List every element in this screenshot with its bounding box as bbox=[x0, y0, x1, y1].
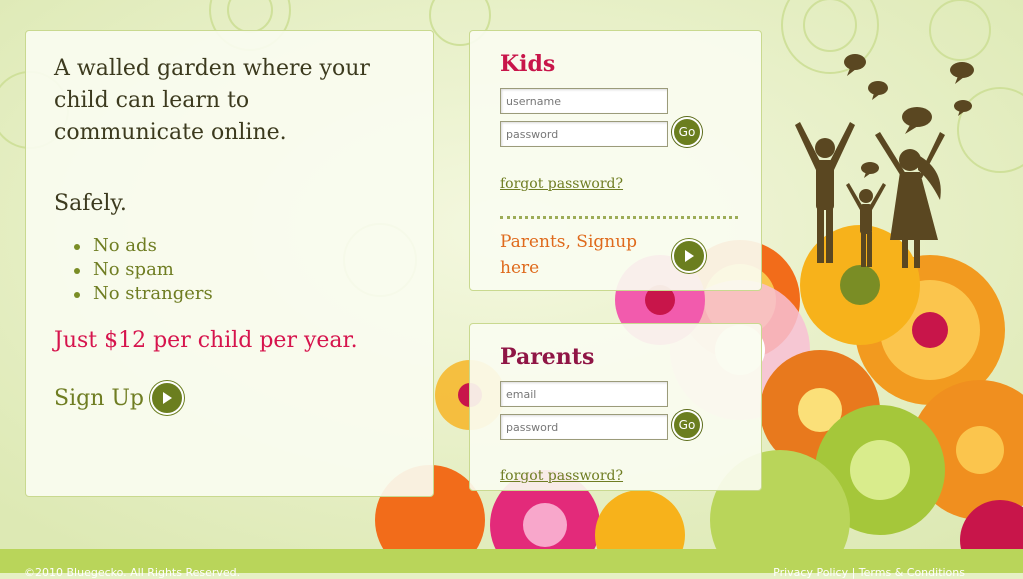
email-field[interactable] bbox=[500, 381, 668, 407]
kids-go-button[interactable]: Go bbox=[672, 117, 702, 147]
list-item: No ads bbox=[74, 234, 405, 258]
price-text: Just $12 per child per year. bbox=[54, 328, 358, 353]
sign-up-label[interactable]: Sign Up bbox=[54, 386, 144, 411]
feature-list: No ads No spam No strangers bbox=[54, 234, 405, 306]
parents-title: Parents bbox=[500, 344, 595, 370]
kids-password-input[interactable] bbox=[500, 121, 668, 147]
parents-forgot-password-link[interactable]: forgot password? bbox=[500, 468, 623, 484]
intro-panel: A walled garden where your child can lea… bbox=[25, 30, 434, 497]
parents-login-panel: Parents Go forgot password? bbox=[469, 323, 762, 491]
arrow-right-icon[interactable] bbox=[672, 239, 706, 273]
arrow-right-icon[interactable] bbox=[149, 381, 184, 415]
safely-heading: Safely. bbox=[54, 191, 127, 216]
parents-password-input[interactable] bbox=[500, 414, 668, 440]
divider bbox=[500, 216, 738, 219]
headline: A walled garden where your child can lea… bbox=[54, 56, 370, 145]
sign-up-button[interactable]: Sign Up bbox=[54, 381, 184, 415]
parents-go-button[interactable]: Go bbox=[672, 410, 702, 440]
list-item: No spam bbox=[74, 258, 405, 282]
kids-forgot-password-link[interactable]: forgot password? bbox=[500, 176, 623, 192]
kids-title: Kids bbox=[500, 51, 556, 77]
parents-signup-link[interactable]: Parents, Signup here bbox=[500, 229, 650, 281]
footer: ©2010 Bluegecko. All Rights Reserved. Pr… bbox=[0, 549, 1023, 579]
username-input[interactable] bbox=[500, 88, 668, 114]
kids-login-panel: Kids Go forgot password? Parents, Signup… bbox=[469, 30, 762, 291]
list-item: No strangers bbox=[74, 282, 405, 306]
